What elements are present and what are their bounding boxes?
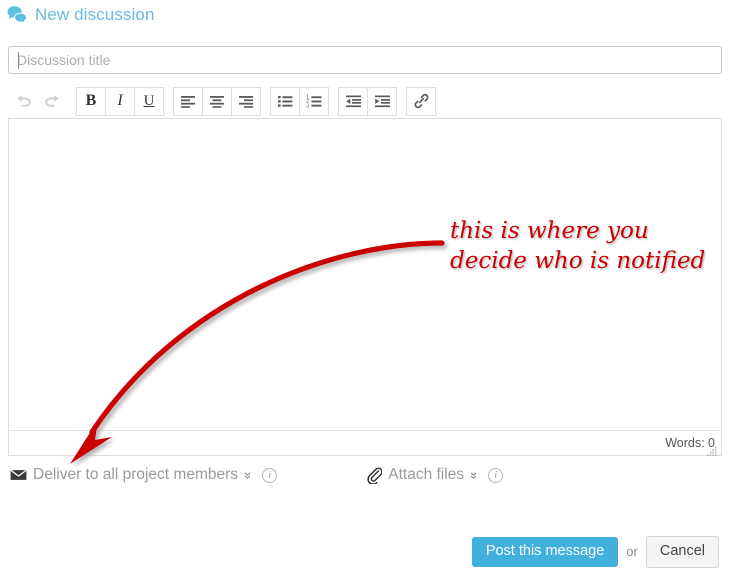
post-message-button[interactable]: Post this message	[471, 537, 619, 567]
text-caret	[18, 52, 19, 69]
editor-status-bar: Words: 0	[8, 430, 722, 456]
toolbar-group-lists: 1 2 3	[270, 86, 329, 116]
toolbar-group-indent	[338, 86, 397, 116]
bulleted-list-icon[interactable]	[270, 86, 300, 116]
toolbar-group-align	[173, 86, 261, 116]
deliver-info-icon[interactable]: i	[262, 467, 278, 483]
cancel-button[interactable]: Cancel	[645, 536, 719, 568]
align-left-icon[interactable]	[173, 86, 203, 116]
message-options-row: Deliver to all project members » i Attac…	[10, 463, 722, 487]
toolbar-group-link	[406, 86, 436, 116]
form-actions: Post this message or Cancel	[471, 536, 719, 568]
editor-toolbar: B I U 1 2 3	[8, 86, 445, 116]
bold-button[interactable]: B	[76, 86, 106, 116]
resize-grip-handle[interactable]	[707, 443, 718, 456]
italic-button[interactable]: I	[105, 86, 135, 116]
underline-button[interactable]: U	[134, 86, 164, 116]
paperclip-icon	[367, 467, 383, 484]
or-separator-label: or	[626, 544, 638, 560]
chevron-down-icon-attach[interactable]: »	[467, 471, 482, 478]
align-right-icon[interactable]	[231, 86, 261, 116]
attach-files-label: Attach files	[388, 466, 465, 483]
deliver-to-label: Deliver to all project members	[33, 466, 239, 483]
attach-files-option[interactable]: Attach files » i	[367, 466, 504, 484]
link-icon[interactable]	[406, 86, 436, 116]
undo-icon[interactable]	[8, 87, 38, 116]
numbered-list-icon[interactable]: 1 2 3	[299, 86, 329, 116]
redo-icon[interactable]	[37, 87, 67, 116]
speech-bubbles-icon	[6, 5, 28, 25]
discussion-title-input[interactable]	[8, 46, 722, 74]
discussion-title-wrapper	[8, 46, 722, 74]
toolbar-group-history	[8, 87, 67, 116]
new-discussion-form: New discussion B I U	[0, 0, 730, 572]
toolbar-group-format: B I U	[76, 86, 164, 116]
outdent-icon[interactable]	[338, 86, 368, 116]
envelope-icon	[10, 469, 27, 481]
attach-info-icon[interactable]: i	[488, 467, 504, 483]
message-editor-body[interactable]	[8, 118, 722, 430]
deliver-to-option[interactable]: Deliver to all project members » i	[10, 466, 278, 484]
page-title: New discussion	[35, 5, 155, 24]
align-center-icon[interactable]	[202, 86, 232, 116]
indent-icon[interactable]	[367, 86, 397, 116]
svg-text:3: 3	[306, 103, 309, 108]
page-header: New discussion	[6, 2, 155, 28]
chevron-down-icon[interactable]: »	[241, 471, 256, 478]
